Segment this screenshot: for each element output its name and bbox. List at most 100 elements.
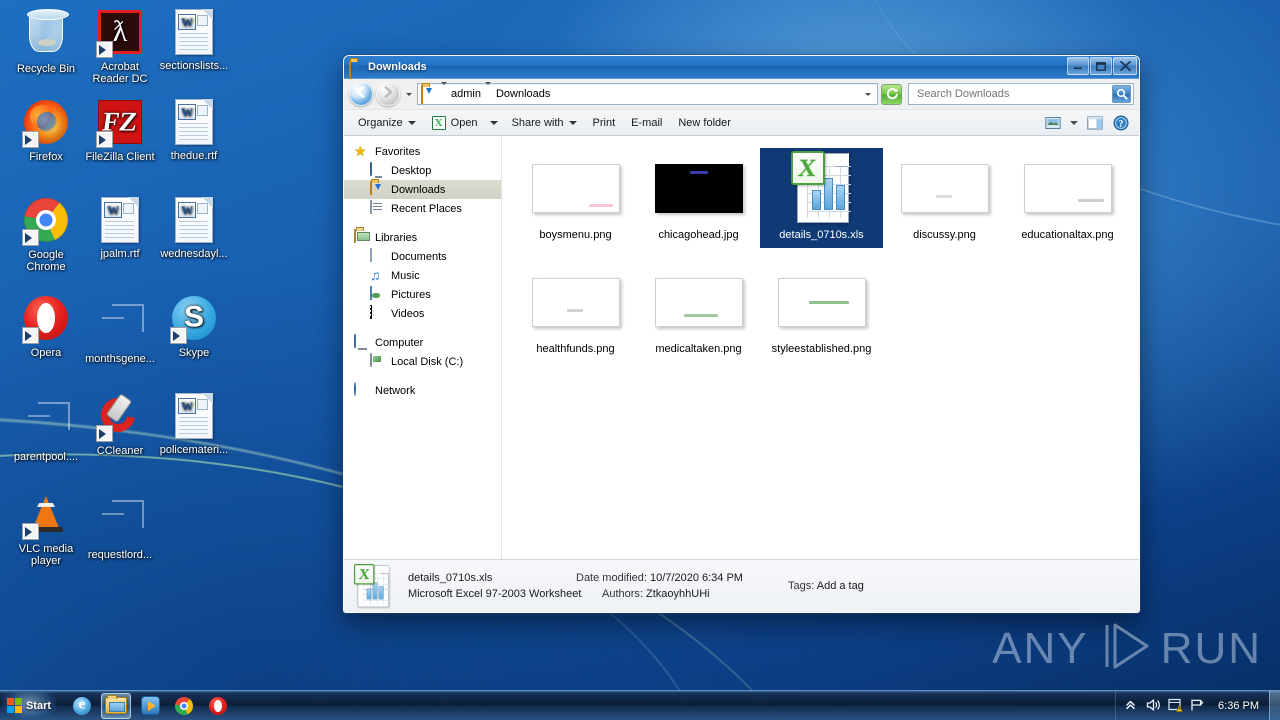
sidebar-item-network[interactable]: Network bbox=[344, 381, 501, 400]
share-with-button[interactable]: Share with bbox=[504, 112, 585, 134]
sidebar-item-label: Favorites bbox=[375, 145, 421, 158]
taskbar-google-chrome[interactable] bbox=[169, 693, 199, 719]
view-dropdown[interactable] bbox=[1067, 112, 1081, 134]
file-list-view[interactable]: boysmenu.png chicagohead.jpg Xdetails_0710… bbox=[502, 136, 1139, 559]
print-button[interactable]: Print bbox=[585, 112, 624, 134]
taskbar-internet-explorer[interactable] bbox=[67, 693, 97, 719]
new-folder-label: New folder bbox=[678, 116, 731, 129]
maximize-button[interactable] bbox=[1090, 57, 1112, 75]
file-item[interactable]: healthfunds.png bbox=[514, 262, 637, 362]
file-item[interactable]: boysmenu.png bbox=[514, 148, 637, 248]
refresh-button[interactable] bbox=[881, 83, 902, 105]
navigation-pane[interactable]: ★ Favorites Desktop Downloads Recent Places L… bbox=[344, 136, 502, 559]
change-view-icon[interactable] bbox=[1041, 112, 1065, 134]
file-item[interactable]: medicaltaken.png bbox=[637, 262, 760, 362]
breadcrumb[interactable]: admin Downloads bbox=[417, 82, 878, 105]
desktop-icon-jpalm-rtf[interactable]: Wjpalm.rtf bbox=[84, 196, 156, 260]
email-label: E-mail bbox=[631, 116, 663, 129]
window-titlebar[interactable]: Downloads bbox=[344, 56, 1139, 79]
file-thumbnail bbox=[648, 266, 750, 338]
chevron-down-icon bbox=[1070, 120, 1078, 125]
sidebar-item-favorites[interactable]: ★ Favorites bbox=[344, 142, 501, 161]
show-hidden-icons-icon[interactable] bbox=[1124, 698, 1140, 714]
file-item[interactable]: Xdetails_0710s.xls bbox=[760, 148, 883, 248]
file-thumbnail bbox=[1017, 152, 1119, 224]
desktop-icon-thedue-rtf[interactable]: Wthedue.rtf bbox=[158, 98, 230, 162]
tags-value[interactable]: Add a tag bbox=[817, 580, 864, 592]
open-dropdown[interactable] bbox=[486, 116, 504, 130]
sidebar-item-videos[interactable]: Videos bbox=[344, 304, 501, 323]
breadcrumb-sep-0[interactable] bbox=[439, 82, 448, 103]
search-input[interactable] bbox=[915, 87, 1112, 101]
file-name-label: boysmenu.png bbox=[539, 229, 612, 241]
sidebar-item-libraries[interactable]: Libraries bbox=[344, 228, 501, 247]
sidebar-item-computer[interactable]: Computer bbox=[344, 333, 501, 352]
preview-pane-icon[interactable] bbox=[1083, 112, 1107, 134]
desktop-icon-skype[interactable]: S Skype bbox=[158, 294, 230, 359]
sidebar-item-local-disk-c[interactable]: Local Disk (C:) bbox=[344, 352, 501, 371]
file-item[interactable]: discussy.png bbox=[883, 148, 1006, 248]
desktop-icon-firefox[interactable]: Firefox bbox=[10, 98, 82, 163]
start-button[interactable]: Start bbox=[1, 691, 57, 720]
email-button[interactable]: E-mail bbox=[623, 112, 670, 134]
clock[interactable]: 6:36 PM bbox=[1212, 700, 1265, 712]
sidebar-item-recent-places[interactable]: Recent Places bbox=[344, 199, 501, 218]
breadcrumb-item-0[interactable]: admin bbox=[448, 87, 484, 101]
sidebar-item-desktop[interactable]: Desktop bbox=[344, 161, 501, 180]
show-desktop-button[interactable] bbox=[1269, 690, 1280, 720]
desktop-icon-acrobat-reader-dc[interactable]: ƛ Acrobat Reader DC bbox=[84, 8, 156, 85]
forward-button[interactable] bbox=[376, 82, 400, 106]
authors-value[interactable]: ZtkaoyhhUHi bbox=[646, 588, 710, 600]
sidebar-item-label: Pictures bbox=[391, 288, 431, 301]
address-history-dropdown[interactable] bbox=[861, 84, 875, 104]
desktop-icon-wednesdayl[interactable]: Wwednesdayl... bbox=[158, 196, 230, 260]
desktop-icon-policemateri[interactable]: Wpolicemateri... bbox=[158, 392, 230, 456]
start-label: Start bbox=[25, 699, 52, 712]
desktop-icon-recycle-bin[interactable]: Recycle Bin bbox=[10, 8, 82, 75]
desktop-icon-opera[interactable]: Opera bbox=[10, 294, 82, 359]
breadcrumb-sep-1[interactable] bbox=[484, 82, 493, 103]
taskbar-windows-explorer[interactable] bbox=[101, 692, 131, 719]
volume-icon[interactable] bbox=[1146, 698, 1162, 714]
open-button[interactable]: Open bbox=[424, 111, 486, 135]
desktop-icon-requestlord[interactable]: requestlord... bbox=[84, 490, 156, 561]
desktop-icon-google-chrome[interactable]: Google Chrome bbox=[10, 196, 82, 273]
file-item[interactable]: chicagohead.jpg bbox=[637, 148, 760, 248]
taskbar-opera[interactable] bbox=[203, 693, 233, 719]
desktop-icon-monthsgene[interactable]: monthsgene... bbox=[84, 294, 156, 365]
image-thumbnail-icon bbox=[96, 302, 144, 350]
recent-places-icon bbox=[370, 199, 386, 217]
computer-icon bbox=[354, 333, 370, 351]
back-button[interactable] bbox=[349, 82, 373, 106]
search-box[interactable] bbox=[908, 83, 1134, 105]
sidebar-item-downloads[interactable]: Downloads bbox=[344, 180, 501, 199]
new-folder-button[interactable]: New folder bbox=[670, 112, 739, 134]
desktop-icon-filezilla-client[interactable]: FZ FileZilla Client bbox=[84, 98, 156, 163]
desktop-icon-ccleaner[interactable]: CCleaner bbox=[84, 391, 156, 457]
downloads-folder-icon bbox=[370, 180, 386, 198]
sidebar-item-music[interactable]: ♫ Music bbox=[344, 266, 501, 285]
breadcrumb-item-1[interactable]: Downloads bbox=[493, 87, 553, 101]
organize-button[interactable]: Organize bbox=[350, 112, 424, 134]
details-file-type: Microsoft Excel 97-2003 Worksheet bbox=[408, 588, 582, 600]
chevron-down-icon bbox=[407, 120, 416, 125]
image-thumbnail-icon bbox=[22, 400, 70, 448]
minimize-button[interactable] bbox=[1067, 57, 1089, 75]
sidebar-item-pictures[interactable]: Pictures bbox=[344, 285, 501, 304]
desktop-icon-parentpool[interactable]: parentpool.... bbox=[10, 392, 82, 463]
help-icon[interactable]: ? bbox=[1109, 112, 1133, 134]
desktop-icon-vlc-media-player[interactable]: VLC media player bbox=[10, 490, 82, 567]
sidebar-item-documents[interactable]: Documents bbox=[344, 247, 501, 266]
file-item[interactable]: educationaltax.png bbox=[1006, 148, 1129, 248]
action-center-icon[interactable] bbox=[1168, 698, 1184, 714]
network-icon[interactable] bbox=[1190, 698, 1206, 714]
desktop-icon-area: Recycle Bin ƛ Acrobat Reader DC Wsectionsli… bbox=[0, 0, 230, 690]
close-button[interactable] bbox=[1113, 57, 1137, 75]
desktop-icon-sectionslists[interactable]: Wsectionslists... bbox=[158, 8, 230, 72]
file-item[interactable]: styleestablished.png bbox=[760, 262, 883, 362]
taskbar-windows-media-player[interactable] bbox=[135, 693, 165, 719]
opera-icon bbox=[209, 696, 227, 715]
recent-pages-dropdown[interactable] bbox=[403, 82, 414, 106]
search-icon[interactable] bbox=[1112, 85, 1131, 103]
file-name-label: chicagohead.jpg bbox=[658, 229, 739, 241]
